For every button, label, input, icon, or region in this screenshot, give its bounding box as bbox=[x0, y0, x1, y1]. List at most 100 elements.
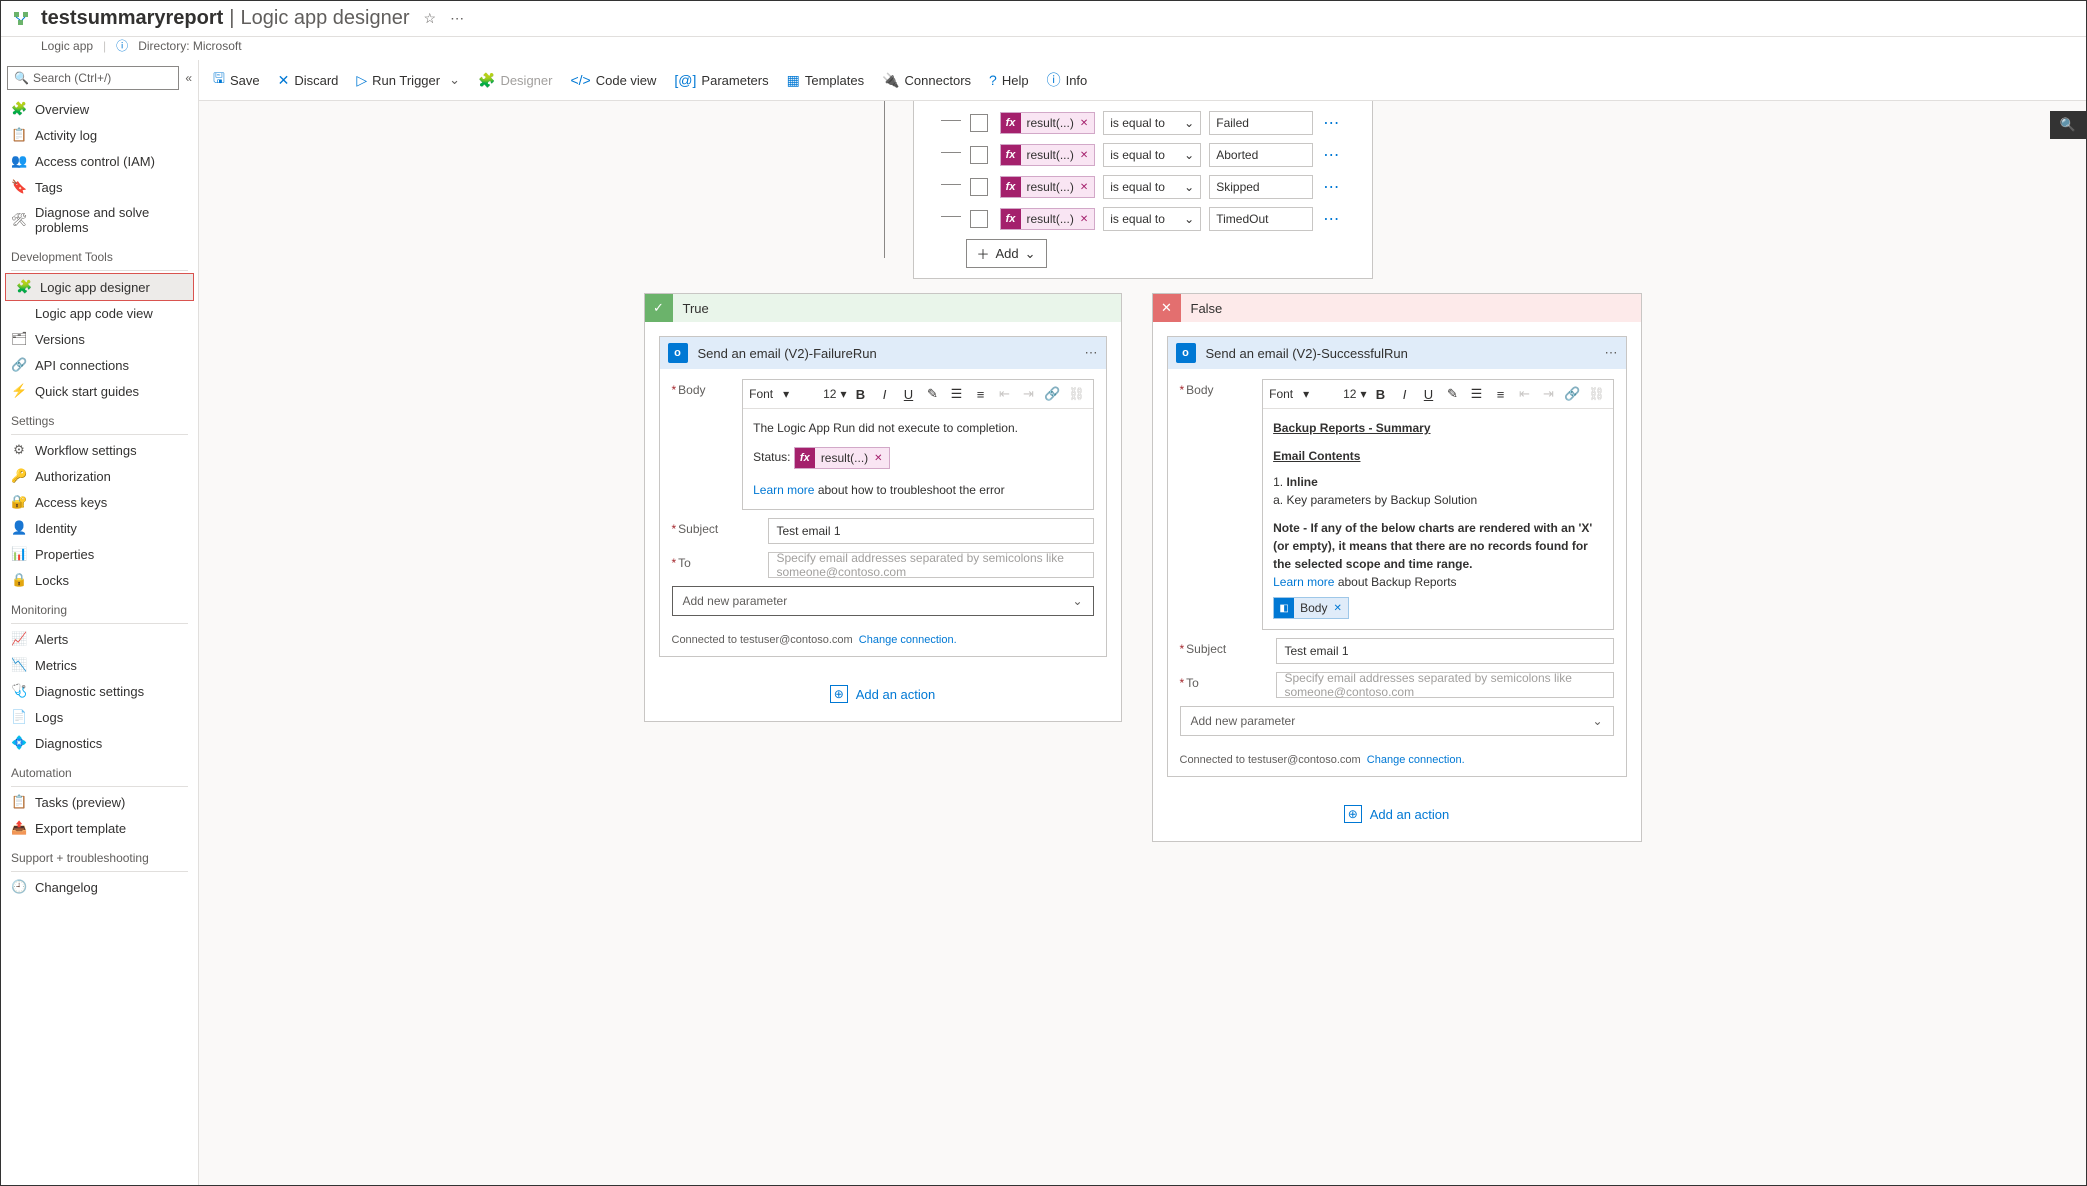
highlight-icon[interactable]: ✎ bbox=[923, 384, 943, 404]
parameters-button[interactable]: [@]Parameters bbox=[674, 72, 768, 88]
sidebar-item-locks[interactable]: 🔒Locks bbox=[1, 567, 198, 593]
unlink-icon[interactable]: ⛓ bbox=[1067, 384, 1087, 404]
underline-icon[interactable]: U bbox=[899, 384, 919, 404]
add-action-false[interactable]: ⊕ Add an action bbox=[1153, 791, 1641, 841]
search-input[interactable]: 🔍 Search (Ctrl+/) bbox=[7, 66, 179, 90]
bullets-icon[interactable]: ☰ bbox=[947, 384, 967, 404]
sidebar-item-activity-log[interactable]: 📋Activity log bbox=[1, 122, 198, 148]
sidebar-item-authorization[interactable]: 🔑Authorization bbox=[1, 463, 198, 489]
info-button[interactable]: ⓘInfo bbox=[1047, 70, 1088, 90]
operator-select[interactable]: is equal to⌄ bbox=[1103, 175, 1201, 199]
size-select[interactable]: 12▾ bbox=[823, 387, 846, 401]
more-icon[interactable]: ⋯ bbox=[1605, 345, 1618, 361]
underline-icon[interactable]: U bbox=[1419, 384, 1439, 404]
result-chip[interactable]: fx result(...) ✕ bbox=[1000, 208, 1096, 230]
size-select[interactable]: 12▾ bbox=[1343, 387, 1366, 401]
sidebar-item-access-keys[interactable]: 🔐Access keys bbox=[1, 489, 198, 515]
sidebar-item-tasks-preview-[interactable]: 📋Tasks (preview) bbox=[1, 789, 198, 815]
sidebar-item-identity[interactable]: 👤Identity bbox=[1, 515, 198, 541]
font-select[interactable]: Font▾ bbox=[749, 387, 819, 401]
result-chip[interactable]: fx result(...) ✕ bbox=[1000, 112, 1096, 134]
font-select[interactable]: Font▾ bbox=[1269, 387, 1339, 401]
numbers-icon[interactable]: ≡ bbox=[971, 384, 991, 404]
sidebar-item-quick-start-guides[interactable]: ⚡Quick start guides bbox=[1, 378, 198, 404]
sidebar-item-logic-app-designer[interactable]: 🧩Logic app designer bbox=[5, 273, 194, 301]
result-chip[interactable]: fx result(...) ✕ bbox=[794, 447, 890, 469]
row-more-icon[interactable]: ⋯ bbox=[1321, 145, 1341, 165]
remove-chip-icon[interactable]: ✕ bbox=[1080, 214, 1088, 225]
remove-chip-icon[interactable]: ✕ bbox=[1080, 182, 1088, 193]
body-chip[interactable]: ◧ Body ✕ bbox=[1273, 597, 1349, 619]
add-parameter-dropdown[interactable]: Add new parameter ⌄ bbox=[672, 586, 1094, 616]
add-parameter-dropdown[interactable]: Add new parameter ⌄ bbox=[1180, 706, 1614, 736]
sidebar-item-export-template[interactable]: 📤Export template bbox=[1, 815, 198, 841]
code-view-button[interactable]: </>Code view bbox=[570, 72, 656, 88]
row-more-icon[interactable]: ⋯ bbox=[1321, 209, 1341, 229]
outdent-icon[interactable]: ⇤ bbox=[995, 384, 1015, 404]
bullets-icon[interactable]: ☰ bbox=[1467, 384, 1487, 404]
indent-icon[interactable]: ⇥ bbox=[1019, 384, 1039, 404]
rte-content[interactable]: Backup Reports - Summary Email Contents … bbox=[1263, 409, 1612, 629]
unlink-icon[interactable]: ⛓ bbox=[1587, 384, 1607, 404]
bold-icon[interactable]: B bbox=[1371, 384, 1391, 404]
sidebar-item-versions[interactable]: 🗂Versions bbox=[1, 326, 198, 352]
operator-select[interactable]: is equal to⌄ bbox=[1103, 143, 1201, 167]
sidebar-item-tags[interactable]: 🔖Tags bbox=[1, 174, 198, 200]
help-button[interactable]: ?Help bbox=[989, 72, 1029, 88]
sidebar-item-overview[interactable]: 🧩Overview bbox=[1, 96, 198, 122]
outdent-icon[interactable]: ⇤ bbox=[1515, 384, 1535, 404]
more-icon[interactable]: ⋯ bbox=[450, 10, 464, 27]
rte-content[interactable]: The Logic App Run did not execute to com… bbox=[743, 409, 1092, 509]
value-input[interactable]: Aborted bbox=[1209, 143, 1313, 167]
sidebar-item-diagnose-and-solve-problems[interactable]: 🛠Diagnose and solve problems bbox=[1, 200, 198, 240]
link-icon[interactable]: 🔗 bbox=[1043, 384, 1063, 404]
sidebar-item-diagnostic-settings[interactable]: 🩺Diagnostic settings bbox=[1, 678, 198, 704]
italic-icon[interactable]: I bbox=[875, 384, 895, 404]
add-action-true[interactable]: ⊕ Add an action bbox=[645, 671, 1121, 721]
sidebar-item-logic-app-code-view[interactable]: Logic app code view bbox=[1, 301, 198, 326]
more-icon[interactable]: ⋯ bbox=[1085, 345, 1098, 361]
sidebar-item-logs[interactable]: 📄Logs bbox=[1, 704, 198, 730]
templates-button[interactable]: ▦Templates bbox=[787, 72, 864, 89]
sidebar-item-access-control-iam-[interactable]: 👥Access control (IAM) bbox=[1, 148, 198, 174]
sidebar-item-changelog[interactable]: 🕘Changelog bbox=[1, 874, 198, 900]
link-icon[interactable]: 🔗 bbox=[1563, 384, 1583, 404]
operator-select[interactable]: is equal to⌄ bbox=[1103, 207, 1201, 231]
value-input[interactable]: Failed bbox=[1209, 111, 1313, 135]
subject-input[interactable]: Test email 1 bbox=[1276, 638, 1614, 664]
true-card-header[interactable]: o Send an email (V2)-FailureRun ⋯ bbox=[660, 337, 1106, 369]
false-branch-header[interactable]: ✕ False bbox=[1153, 294, 1641, 322]
discard-button[interactable]: ✕Discard bbox=[278, 72, 339, 89]
result-chip[interactable]: fx result(...) ✕ bbox=[1000, 176, 1096, 198]
sidebar-item-properties[interactable]: 📊Properties bbox=[1, 541, 198, 567]
value-input[interactable]: TimedOut bbox=[1209, 207, 1313, 231]
remove-chip-icon[interactable]: ✕ bbox=[874, 451, 882, 466]
true-body-editor[interactable]: Font▾ 12▾ B I U ✎ ☰ ≡ ⇤ bbox=[742, 379, 1093, 510]
sidebar-item-api-connections[interactable]: 🔗API connections bbox=[1, 352, 198, 378]
zoom-button[interactable]: 🔍 bbox=[2050, 111, 2086, 139]
italic-icon[interactable]: I bbox=[1395, 384, 1415, 404]
row-more-icon[interactable]: ⋯ bbox=[1321, 177, 1341, 197]
remove-chip-icon[interactable]: ✕ bbox=[1333, 601, 1341, 616]
sidebar-item-workflow-settings[interactable]: ⚙Workflow settings bbox=[1, 437, 198, 463]
false-card-header[interactable]: o Send an email (V2)-SuccessfulRun ⋯ bbox=[1168, 337, 1626, 369]
connectors-button[interactable]: 🔌Connectors bbox=[882, 72, 971, 89]
collapse-sidebar-icon[interactable]: « bbox=[185, 71, 192, 85]
bold-icon[interactable]: B bbox=[851, 384, 871, 404]
remove-chip-icon[interactable]: ✕ bbox=[1080, 118, 1088, 129]
result-chip[interactable]: fx result(...) ✕ bbox=[1000, 144, 1096, 166]
operator-select[interactable]: is equal to⌄ bbox=[1103, 111, 1201, 135]
to-input[interactable]: Specify email addresses separated by sem… bbox=[768, 552, 1094, 578]
highlight-icon[interactable]: ✎ bbox=[1443, 384, 1463, 404]
to-input[interactable]: Specify email addresses separated by sem… bbox=[1276, 672, 1614, 698]
sidebar-item-metrics[interactable]: 📉Metrics bbox=[1, 652, 198, 678]
true-branch-header[interactable]: ✓ True bbox=[645, 294, 1121, 322]
designer-button[interactable]: 🧩Designer bbox=[478, 72, 552, 89]
run-trigger-button[interactable]: ▷Run Trigger⌄ bbox=[356, 72, 460, 89]
change-connection-link[interactable]: Change connection. bbox=[1367, 754, 1465, 766]
row-checkbox[interactable] bbox=[970, 178, 988, 196]
change-connection-link[interactable]: Change connection. bbox=[859, 634, 957, 646]
sidebar-item-alerts[interactable]: 📈Alerts bbox=[1, 626, 198, 652]
remove-chip-icon[interactable]: ✕ bbox=[1080, 150, 1088, 161]
learn-more-link[interactable]: Learn more bbox=[753, 483, 814, 497]
